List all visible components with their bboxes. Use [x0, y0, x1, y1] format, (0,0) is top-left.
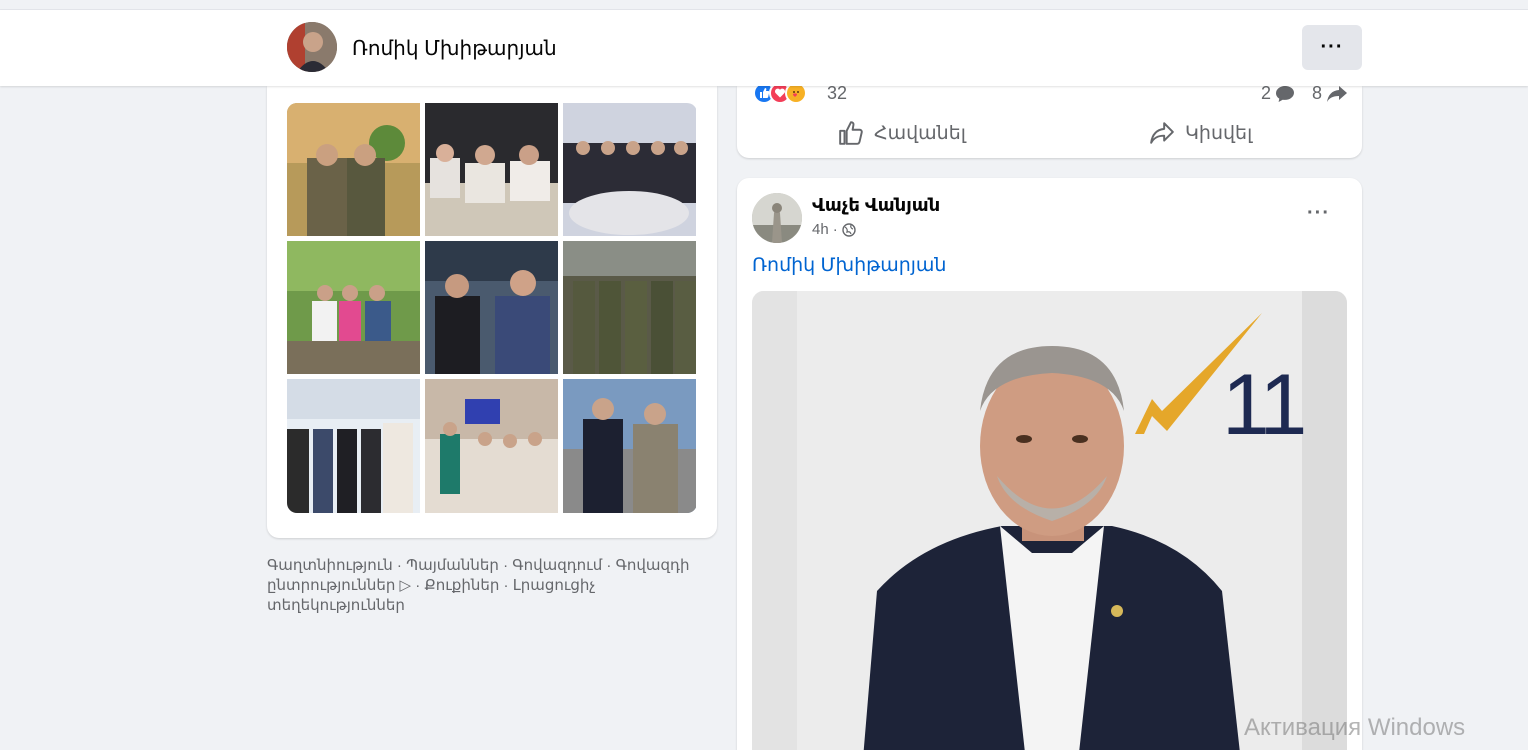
tagged-profile-link[interactable]: Ռոմիկ Մխիթարյան: [752, 254, 946, 277]
share-count[interactable]: 8: [1312, 83, 1348, 104]
comment-count-value: 2: [1261, 83, 1272, 103]
post-image[interactable]: 11: [752, 291, 1347, 750]
profile-avatar[interactable]: [287, 22, 337, 72]
like-button[interactable]: Հավանել: [838, 120, 966, 146]
profile-header: Ռոմիկ Մխիթարյան ···: [0, 10, 1528, 86]
post-meta: 4h ·: [812, 221, 856, 238]
like-label: Հավանել: [874, 122, 966, 144]
photo-thumbnail[interactable]: [425, 103, 558, 236]
ballot-number: 11: [1222, 357, 1307, 453]
photo-thumbnail[interactable]: [287, 379, 420, 513]
post-options-button[interactable]: ···: [1307, 202, 1330, 225]
photo-thumbnail[interactable]: [563, 241, 696, 374]
thumbs-up-icon: [839, 121, 863, 145]
profile-name[interactable]: Ռոմիկ Մխիթարյան: [352, 36, 557, 61]
footer-link-advertising[interactable]: Գովազդում: [512, 557, 602, 574]
author-avatar[interactable]: [752, 193, 802, 243]
windows-activation-watermark: Активация Windows: [1244, 714, 1466, 741]
photo-thumbnail[interactable]: [563, 103, 696, 236]
share-count-value: 8: [1312, 83, 1323, 103]
footer-separator: ·: [392, 557, 407, 574]
photo-thumbnail[interactable]: [287, 241, 420, 374]
post-time[interactable]: 4h: [812, 221, 829, 238]
browser-top-strip: [0, 0, 1528, 10]
photos-card: [267, 86, 717, 538]
footer-links: Գաղտնիություն · Պայմաններ · Գովազդում · …: [267, 556, 717, 616]
ad-choices-icon: ▷: [399, 577, 412, 594]
post-author[interactable]: Վաչե Վանյան: [812, 195, 940, 216]
footer-link-cookies[interactable]: Քուքիներ: [424, 577, 499, 594]
reaction-icons[interactable]: [753, 82, 807, 104]
footer-link-privacy[interactable]: Գաղտնիություն: [267, 557, 393, 574]
reaction-count[interactable]: 32: [827, 83, 847, 104]
post-card: Վաչե Վանյան 4h · ··· Ռոմիկ Մխիթարյան 11: [737, 178, 1362, 750]
photo-thumbnail[interactable]: [425, 241, 558, 374]
more-options-button[interactable]: ···: [1302, 25, 1362, 70]
footer-separator: ·: [411, 577, 425, 594]
photo-thumbnail[interactable]: [287, 103, 420, 236]
previous-post-actions: 32 2 8 Հավանել Կիսվել: [737, 82, 1362, 158]
more-icon: ···: [1307, 202, 1330, 224]
photo-thumbnail[interactable]: [563, 379, 696, 513]
share-label: Կիսվել: [1185, 122, 1253, 144]
globe-icon: [841, 222, 856, 237]
comment-icon: [1276, 85, 1295, 102]
share-icon: [1327, 85, 1348, 102]
photo-grid: [287, 103, 697, 513]
footer-separator: ·: [602, 557, 616, 574]
footer-link-terms[interactable]: Պայմաններ: [406, 557, 499, 574]
footer-separator: ·: [499, 577, 513, 594]
share-arrow-icon: [1150, 122, 1174, 144]
meta-separator: ·: [832, 221, 838, 238]
comment-count[interactable]: 2: [1261, 83, 1295, 104]
share-button[interactable]: Կիսվել: [1149, 120, 1252, 146]
photo-thumbnail[interactable]: [425, 379, 558, 513]
footer-separator: ·: [498, 557, 513, 574]
more-icon: ···: [1320, 36, 1344, 58]
